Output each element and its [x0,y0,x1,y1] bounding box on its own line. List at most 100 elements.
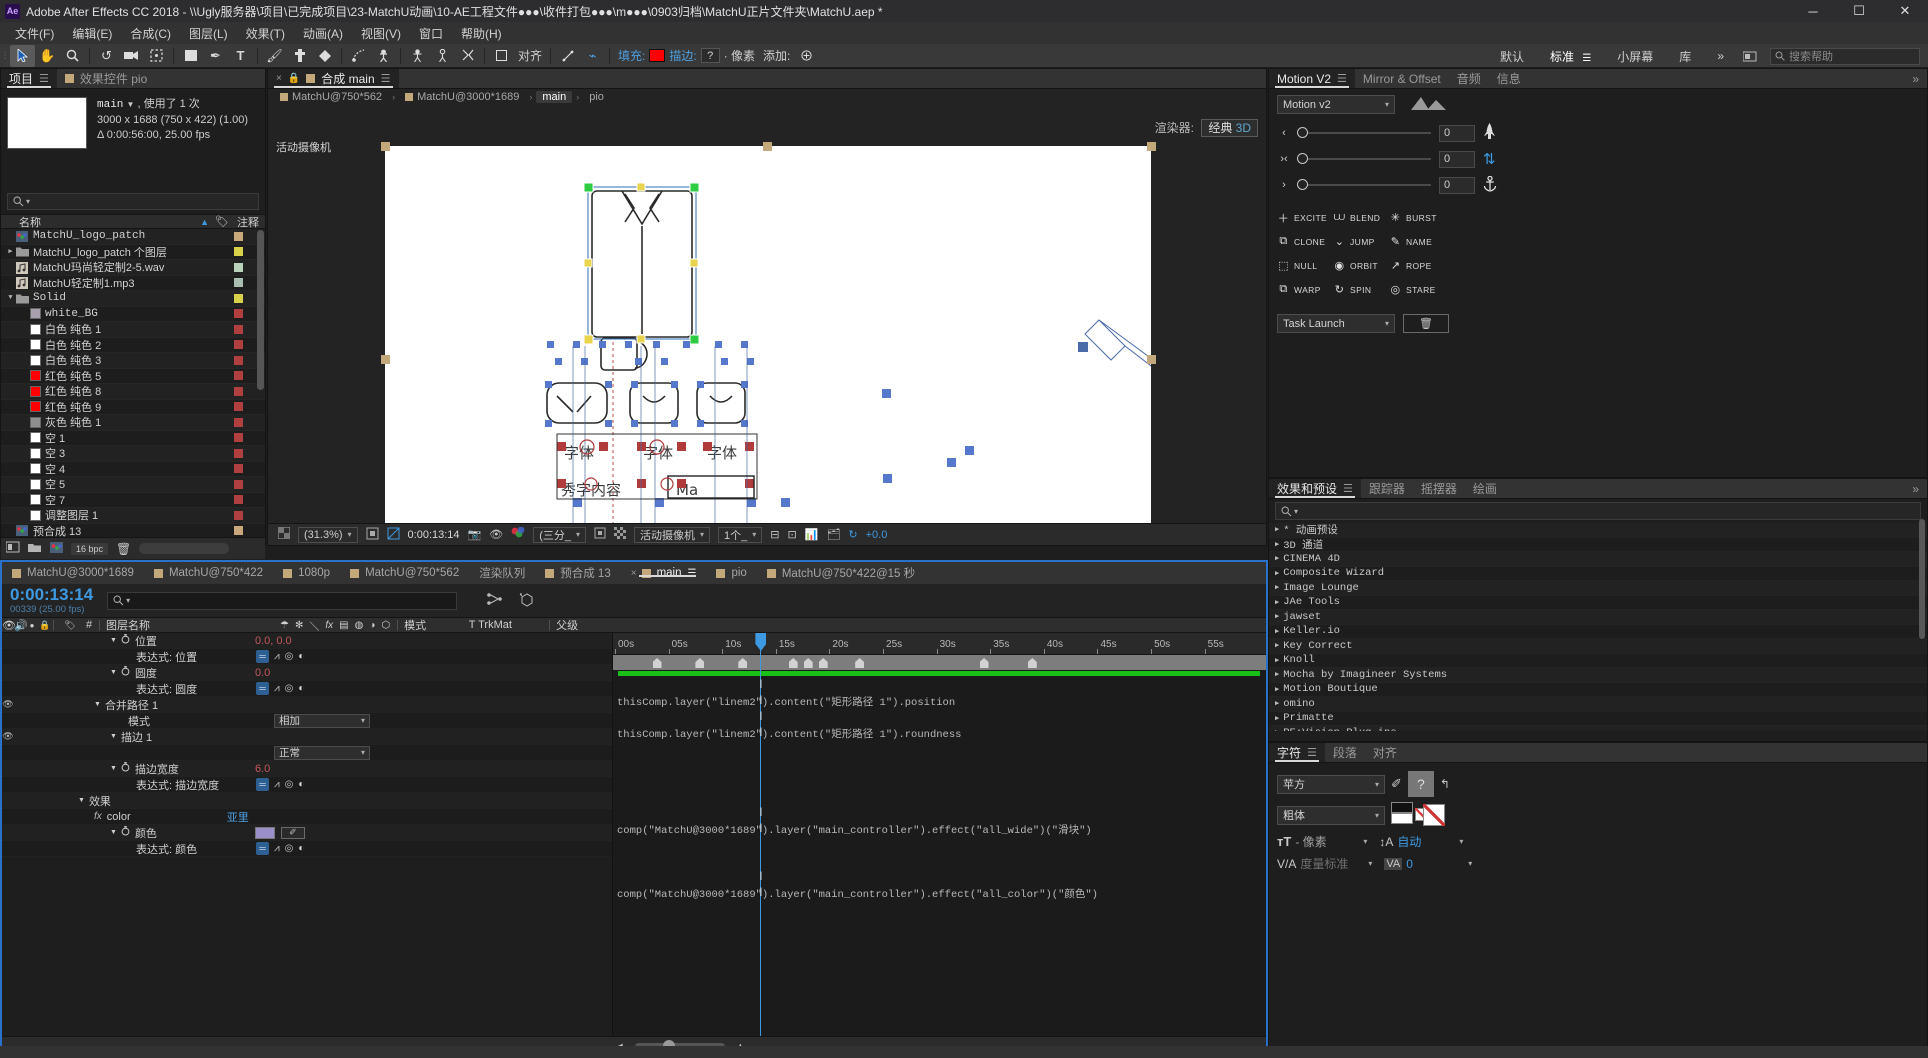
effect-fx-icon[interactable]: fx [94,811,102,822]
project-item-row[interactable]: MatchU玛尚轻定制2-5.wav [1,260,265,276]
project-item-label-color[interactable] [234,340,243,349]
twirl-icon[interactable]: ▶ [1275,656,1279,665]
choose-grid-guide-icon[interactable] [366,527,379,543]
motion-button-clone[interactable]: ⧉CLONE [1277,231,1333,252]
timeline-search-input[interactable]: ▾ [107,592,457,610]
effects-search-input[interactable]: ▾ [1275,502,1921,520]
timeline-tab[interactable]: 渲染队列 [469,565,535,581]
lock-icon[interactable]: 🔒 [288,73,300,84]
composition-canvas[interactable]: 字体 字体 字体 秀字内容 Ma [385,146,1151,523]
exposure-value[interactable]: +0.0 [866,529,888,541]
eyedropper-button[interactable]: ✐ [281,827,305,839]
effect-category-row[interactable]: ▶3D 通道 [1269,538,1927,553]
eyedropper-icon[interactable]: ✐ [1391,776,1402,792]
timeline-property-row[interactable]: ▼圆度0.0 [2,665,612,681]
property-value[interactable]: 0.0, 0.0 [255,635,292,647]
project-search-input[interactable]: ▾ [7,193,259,210]
tab-effect-controls[interactable]: 效果控件 pio [57,69,155,88]
task-launch-select[interactable]: Task Launch▾ [1277,314,1395,333]
tab-wiggler[interactable]: 摇摆器 [1413,479,1465,498]
fill-color-unknown-swatch[interactable]: ? [1408,771,1434,797]
motion-button-spin[interactable]: ↻SPIN [1333,279,1389,300]
expression-language-icon[interactable]: ◐ [298,843,304,854]
layer-marker[interactable] [653,658,662,668]
project-item-label-color[interactable] [234,263,243,272]
twirl-icon[interactable]: ▶ [1275,525,1279,534]
zoom-tool-icon[interactable] [60,45,85,67]
project-item-row[interactable]: 空 1 [1,431,265,447]
breadcrumb-2-current[interactable]: main [536,91,572,103]
resolution-popup[interactable]: (三分_▾ [533,527,586,543]
project-item-label-color[interactable] [234,371,243,380]
project-item-row[interactable]: white_BG [1,307,265,323]
project-item-row[interactable]: MatchU轻定制1.mp3 [1,276,265,292]
layer-marker[interactable] [789,658,798,668]
sort-ascending-icon[interactable]: ▲ [200,217,209,227]
hand-tool-icon[interactable]: ✋ [35,45,60,67]
color-swatch[interactable] [255,827,275,839]
shape-snapping-icon[interactable]: ⌁ [580,45,605,67]
transparency-grid-icon[interactable] [614,527,626,542]
layer-marker[interactable] [1028,658,1037,668]
expression-enable-icon[interactable]: ＝ [256,650,269,663]
new-folder-icon[interactable] [28,542,42,556]
twirl-icon[interactable]: ▼ [110,669,117,676]
tab-align[interactable]: 对齐 [1365,743,1405,762]
workspace-default[interactable]: 默认 [1487,48,1537,65]
column-name[interactable]: 名称 [19,214,200,230]
switch-quality-icon[interactable]: ＼ [309,618,319,633]
anchor-icon[interactable] [1483,176,1497,195]
library-sync-icon[interactable] [1737,45,1762,67]
expression-text[interactable]: thisComp.layer("linem2").content("矩形路径 1… [617,726,961,741]
label-column-icon[interactable]: 🏷 [60,620,80,631]
twirl-icon[interactable]: ▼ [94,701,101,708]
project-item-row[interactable]: 空 4 [1,462,265,478]
project-item-label-color[interactable] [234,278,243,287]
twirl-icon[interactable]: ▶ [1275,583,1279,592]
delete-icon[interactable]: 🗑 [116,542,131,556]
menu-file[interactable]: 文件(F) [6,23,63,44]
region-of-interest-icon[interactable] [594,527,606,542]
project-item-label-color[interactable] [234,325,243,334]
timeline-property-row[interactable]: 正常▾ [2,745,612,761]
tab-effects-presets[interactable]: 效果和预设 ☰ [1269,479,1361,498]
menu-edit[interactable]: 编辑(E) [63,23,121,44]
menu-help[interactable]: 帮助(H) [452,23,511,44]
show-snapshot-icon[interactable]: 👁 [489,528,503,541]
breadcrumb-1[interactable]: MatchU@3000*1689 [399,91,525,103]
tab-project[interactable]: 项目 ☰ [1,69,57,88]
project-item-row[interactable]: MatchU_logo_patch [1,229,265,245]
motion-slider-1[interactable] [1299,158,1431,160]
effects-scrollbar[interactable] [1919,519,1925,639]
layer-video-toggle-icon[interactable]: 👁 [2,699,14,710]
switch-shy-icon[interactable]: ☂ [280,620,289,631]
column-layer-name[interactable]: 图层名称 [106,617,280,633]
timeline-property-row[interactable]: 表达式: 圆度＝⩘◎◐ [2,681,612,697]
timeline-property-row[interactable]: 表达式: 描边宽度＝⩘◎◐ [2,777,612,793]
timeline-property-row[interactable]: 表达式: 位置＝⩘◎◐ [2,649,612,665]
project-item-label-color[interactable] [234,387,243,396]
leading-value[interactable]: 自动 [1397,833,1455,850]
project-item-row[interactable]: 白色 纯色 3 [1,353,265,369]
project-item-row[interactable]: 调整图层 1 [1,508,265,524]
tab-paint[interactable]: 绘画 [1465,479,1505,498]
puppet-pin-alt-icon[interactable] [455,45,480,67]
panel-menu-icon[interactable]: ☰ [381,72,391,85]
expression-pickwhip-icon[interactable]: ◎ [285,779,294,790]
project-item-label-color[interactable] [234,495,243,504]
puppet-overlap-tool-icon[interactable] [405,45,430,67]
workspace-overflow-icon[interactable]: » [1704,49,1737,63]
effect-category-row[interactable]: ▶Motion Boutique [1269,683,1927,698]
timeline-current-time[interactable]: 0:00:13:14 00339 (25.00 fps) [10,586,93,615]
layer-marker[interactable] [695,658,704,668]
expression-enable-icon[interactable]: ＝ [256,682,269,695]
twirl-icon[interactable]: ▶ [1275,699,1279,708]
twirl-icon[interactable]: ▶ [1275,714,1279,723]
slider-both-arrow-icon[interactable]: ›‹ [1277,153,1291,165]
snapshot-icon[interactable]: 📷 [468,528,482,541]
project-item-label-color[interactable] [234,356,243,365]
expression-pickwhip-icon[interactable]: ◎ [285,651,294,662]
twirl-icon[interactable]: ▶ [1275,540,1279,549]
swap-fill-stroke-icon[interactable]: ↰ [1440,777,1450,791]
composition-viewer[interactable]: 渲染器: 经典 3D 活动摄像机 [268,105,1266,523]
